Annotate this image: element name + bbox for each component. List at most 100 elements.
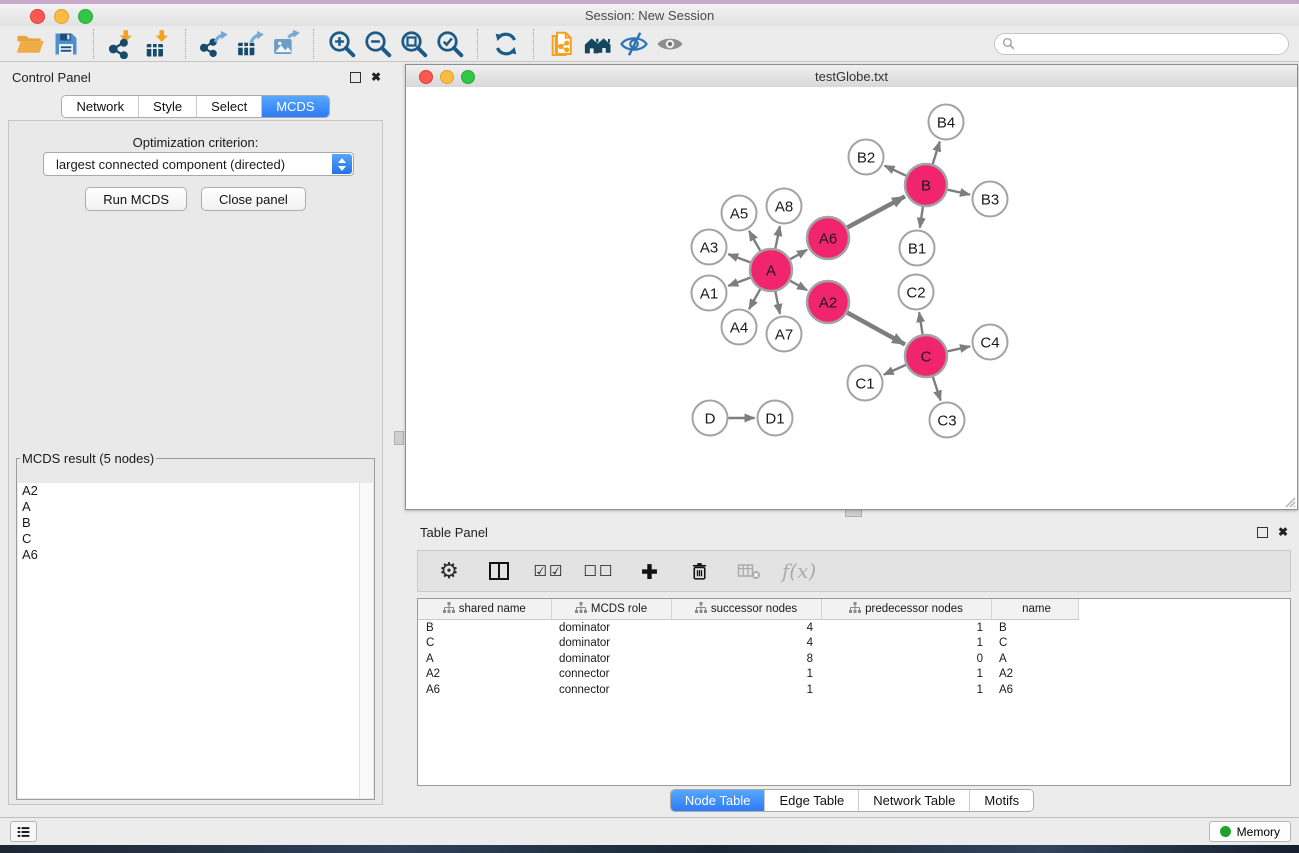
table-cell[interactable]: 4	[671, 636, 821, 652]
import-table-button[interactable]	[140, 27, 176, 61]
float-panel-icon[interactable]	[350, 72, 361, 83]
close-panel-button[interactable]: Close panel	[201, 187, 306, 211]
column-header[interactable]: MCDS role	[551, 599, 671, 620]
column-header[interactable]: shared name	[418, 599, 551, 620]
graph-edge[interactable]	[790, 281, 807, 290]
graph-edge[interactable]	[749, 231, 760, 251]
table-cell[interactable]: A6	[418, 682, 551, 698]
tab-style[interactable]: Style	[138, 96, 196, 117]
network-canvas[interactable]: B4B2BB3A5A8A6B1A3AA1C2A2A4A7C4CC1C3DD1	[406, 87, 1297, 509]
table-cell[interactable]: B	[991, 620, 1078, 636]
search-input[interactable]	[1020, 34, 1288, 54]
graph-edge[interactable]	[919, 312, 922, 334]
select-all-columns-button[interactable]: ☑☑	[536, 558, 562, 584]
criterion-dropdown[interactable]: largest connected component (directed)	[43, 152, 354, 176]
graph-edge[interactable]	[775, 226, 780, 248]
show-panels-button[interactable]	[652, 27, 688, 61]
tab-edge-table[interactable]: Edge Table	[764, 790, 858, 811]
table-cell[interactable]: A2	[418, 667, 551, 683]
zoom-selected-button[interactable]	[432, 27, 468, 61]
table-cell[interactable]: 1	[821, 667, 991, 683]
table-cell[interactable]: 1	[821, 620, 991, 636]
result-scrollbar[interactable]	[359, 483, 373, 798]
tab-motifs[interactable]: Motifs	[969, 790, 1033, 811]
table-cell[interactable]: 1	[671, 682, 821, 698]
table-settings-button[interactable]: ⚙	[436, 558, 462, 584]
tab-network[interactable]: Network	[62, 96, 138, 117]
table-row[interactable]: Cdominator41C	[418, 636, 1078, 652]
session-details-button[interactable]	[544, 27, 580, 61]
table-cell[interactable]: connector	[551, 667, 671, 683]
table-row[interactable]: A2connector11A2	[418, 667, 1078, 683]
graph-edge[interactable]	[847, 313, 905, 345]
table-row[interactable]: Adominator80A	[418, 651, 1078, 667]
mcds-result-item[interactable]: C	[18, 531, 373, 547]
table-cell[interactable]: 1	[821, 636, 991, 652]
save-session-button[interactable]	[48, 27, 84, 61]
delete-table-button[interactable]	[736, 558, 762, 584]
run-mcds-button[interactable]: Run MCDS	[85, 187, 187, 211]
table-cell[interactable]: A2	[991, 667, 1078, 683]
table-row[interactable]: A6connector11A6	[418, 682, 1078, 698]
column-browser-button[interactable]	[486, 558, 512, 584]
table-cell[interactable]: dominator	[551, 636, 671, 652]
mcds-result-item[interactable]: A	[18, 499, 373, 515]
graph-edge[interactable]	[884, 365, 906, 375]
column-header[interactable]: predecessor nodes	[821, 599, 991, 620]
mcds-result-item[interactable]: B	[18, 515, 373, 531]
export-table-button[interactable]	[232, 27, 268, 61]
table-row[interactable]: Bdominator41B	[418, 620, 1078, 636]
graph-edge[interactable]	[847, 196, 905, 227]
table-cell[interactable]: dominator	[551, 651, 671, 667]
create-column-button[interactable]	[636, 558, 662, 584]
close-panel-icon[interactable]: ✖	[371, 71, 381, 83]
tab-network-table[interactable]: Network Table	[858, 790, 969, 811]
search-field[interactable]	[994, 33, 1289, 55]
resize-grip-icon[interactable]	[1284, 496, 1296, 508]
task-history-button[interactable]	[10, 821, 37, 842]
open-session-button[interactable]	[12, 27, 48, 61]
delete-columns-button[interactable]	[686, 558, 712, 584]
graph-edge[interactable]	[749, 289, 760, 309]
graph-edge[interactable]	[775, 292, 780, 314]
mcds-result-item[interactable]: A2	[18, 483, 373, 499]
table-cell[interactable]: 0	[821, 651, 991, 667]
table-cell[interactable]: A	[991, 651, 1078, 667]
zoom-in-button[interactable]	[324, 27, 360, 61]
table-cell[interactable]: C	[418, 636, 551, 652]
table-cell[interactable]: connector	[551, 682, 671, 698]
mcds-result-item[interactable]: A6	[18, 547, 373, 563]
table-cell[interactable]: C	[991, 636, 1078, 652]
float-panel-icon[interactable]	[1257, 527, 1268, 538]
zoom-fit-button[interactable]	[396, 27, 432, 61]
table-cell[interactable]: 4	[671, 620, 821, 636]
table-cell[interactable]: 8	[671, 651, 821, 667]
apply-layout-button[interactable]	[488, 27, 524, 61]
graph-edge[interactable]	[933, 377, 941, 401]
column-header[interactable]: successor nodes	[671, 599, 821, 620]
graph-edge[interactable]	[920, 207, 923, 228]
export-network-button[interactable]	[196, 27, 232, 61]
tab-node-table[interactable]: Node Table	[671, 790, 765, 811]
tab-select[interactable]: Select	[196, 96, 261, 117]
network-window-titlebar[interactable]: testGlobe.txt	[406, 65, 1297, 88]
table-cell[interactable]: B	[418, 620, 551, 636]
hide-panels-button[interactable]	[616, 27, 652, 61]
zoom-out-button[interactable]	[360, 27, 396, 61]
graph-edge[interactable]	[728, 254, 750, 262]
table-cell[interactable]: 1	[821, 682, 991, 698]
graph-edge[interactable]	[947, 346, 969, 351]
graph-edge[interactable]	[933, 142, 940, 164]
table-cell[interactable]: dominator	[551, 620, 671, 636]
vertical-splitter-grip[interactable]	[394, 431, 404, 445]
graph-edge[interactable]	[790, 250, 807, 259]
close-panel-icon[interactable]: ✖	[1278, 526, 1288, 538]
table-cell[interactable]: 1	[671, 667, 821, 683]
table-cell[interactable]: A	[418, 651, 551, 667]
import-network-button[interactable]	[104, 27, 140, 61]
export-image-button[interactable]	[268, 27, 304, 61]
table-cell[interactable]: A6	[991, 682, 1078, 698]
deselect-all-columns-button[interactable]: ☐☐	[586, 558, 612, 584]
function-builder-button[interactable]: f(x)	[786, 558, 812, 584]
tab-mcds[interactable]: MCDS	[261, 96, 328, 117]
